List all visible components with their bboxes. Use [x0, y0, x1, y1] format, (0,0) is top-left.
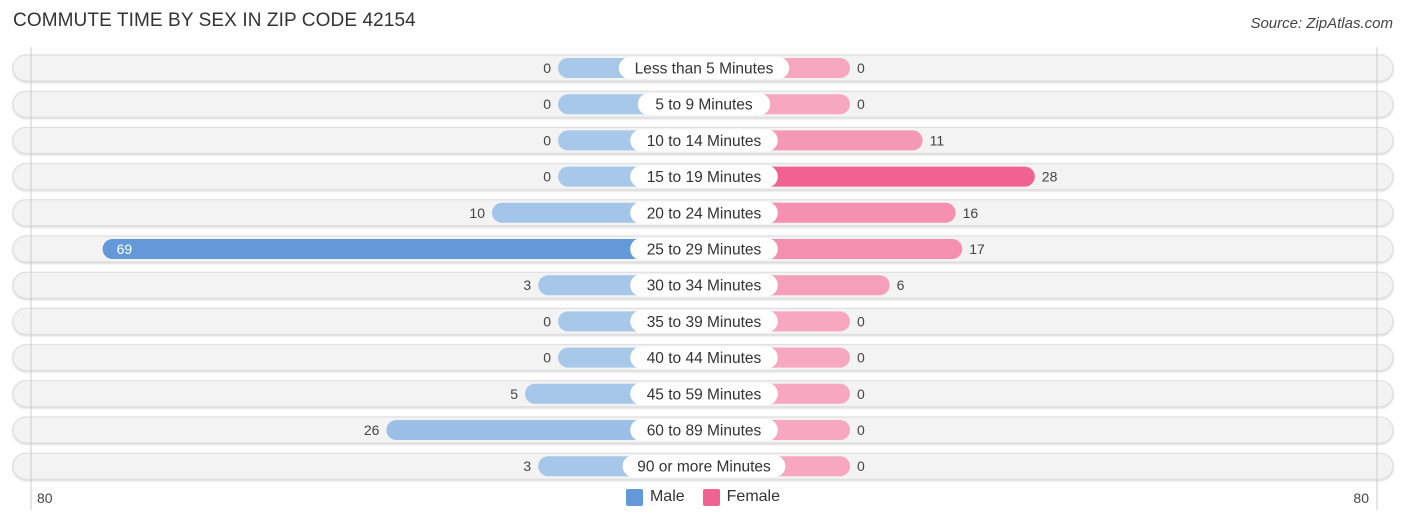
- male-value-label: 26: [364, 422, 380, 438]
- female-value-label: 0: [857, 422, 865, 438]
- chart-row: 90 or more Minutes 3 0: [12, 452, 1394, 480]
- chart-row: 40 to 44 Minutes 0 0: [12, 344, 1394, 372]
- male-value-label: 0: [543, 60, 551, 76]
- female-value-label: 17: [969, 241, 985, 257]
- male-value-label: 3: [523, 458, 531, 474]
- category-label: 10 to 14 Minutes: [647, 133, 762, 150]
- male-value-label: 3: [523, 277, 531, 293]
- female-value-label: 6: [897, 277, 905, 293]
- chart-row: 30 to 34 Minutes 3 6: [12, 271, 1394, 299]
- female-value-label: 16: [963, 205, 979, 221]
- legend: Male Female: [0, 488, 1406, 506]
- female-value-label: 28: [1042, 169, 1058, 185]
- male-value-label: 0: [543, 169, 551, 185]
- male-value-label: 0: [543, 96, 551, 112]
- female-value-label: 0: [857, 386, 865, 402]
- chart-row: 60 to 89 Minutes 26 0: [12, 416, 1394, 444]
- category-label: 20 to 24 Minutes: [647, 205, 762, 222]
- chart-row: 45 to 59 Minutes 5 0: [12, 380, 1394, 408]
- category-label: 35 to 39 Minutes: [647, 314, 762, 331]
- category-label: 30 to 34 Minutes: [647, 278, 762, 295]
- category-label: Less than 5 Minutes: [635, 61, 774, 78]
- chart-row: 25 to 29 Minutes 69 17: [12, 235, 1394, 263]
- female-value-label: 0: [857, 350, 865, 366]
- category-label: 90 or more Minutes: [637, 459, 771, 476]
- category-label: 25 to 29 Minutes: [647, 242, 762, 259]
- male-value-label: 5: [510, 386, 518, 402]
- legend-swatch-female: [702, 488, 720, 506]
- chart-row: 15 to 19 Minutes 0 28: [12, 163, 1394, 191]
- legend-item-male[interactable]: Male: [625, 488, 685, 506]
- male-value-label: 10: [469, 205, 485, 221]
- category-label: 40 to 44 Minutes: [647, 350, 762, 367]
- male-value-label: 0: [543, 132, 551, 148]
- legend-label-female: Female: [726, 488, 781, 505]
- legend-label-male: Male: [649, 488, 685, 505]
- chart-row: 35 to 39 Minutes 0 0: [12, 307, 1394, 335]
- male-value-label: 0: [543, 313, 551, 329]
- chart-row: 20 to 24 Minutes 10 16: [12, 199, 1394, 227]
- female-value-label: 0: [857, 458, 865, 474]
- legend-swatch-male: [625, 488, 643, 506]
- chart-row: 10 to 14 Minutes 0 11: [12, 126, 1394, 154]
- category-label: 5 to 9 Minutes: [655, 97, 753, 114]
- legend-item-female[interactable]: Female: [702, 488, 781, 506]
- chart-row: 5 to 9 Minutes 0 0: [12, 90, 1394, 118]
- female-value-label: 0: [857, 60, 865, 76]
- category-label: 60 to 89 Minutes: [647, 423, 762, 440]
- commute-chart: Less than 5 Minutes0 05 to 9 Minutes0 010 …: [12, 47, 1394, 510]
- male-value-label: 0: [543, 350, 551, 366]
- male-bar: [102, 239, 705, 259]
- male-value-label: 69: [117, 241, 133, 257]
- female-value-label: 11: [930, 132, 945, 148]
- category-label: 45 to 59 Minutes: [647, 386, 762, 403]
- female-value-label: 0: [857, 313, 865, 329]
- category-label: 15 to 19 Minutes: [647, 169, 762, 186]
- female-value-label: 0: [857, 96, 865, 112]
- chart-row: Less than 5 Minutes 0 0: [12, 54, 1394, 82]
